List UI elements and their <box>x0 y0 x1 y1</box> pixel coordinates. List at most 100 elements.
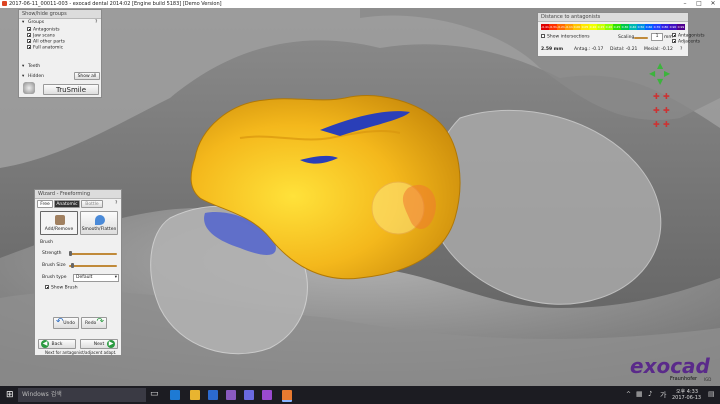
brush-size-slider[interactable] <box>69 265 117 267</box>
checkbox-icon[interactable] <box>27 33 31 37</box>
checkbox-icon[interactable] <box>45 285 49 289</box>
group-item-all-other-parts[interactable]: All other parts <box>27 39 65 45</box>
view-back-icon[interactable]: ✚ <box>663 92 670 101</box>
view-rotate-right-icon[interactable]: ▶ <box>664 69 670 78</box>
network-icon[interactable]: ▦ <box>636 390 643 398</box>
minimize-button[interactable]: – <box>678 0 692 8</box>
tray-chevron-icon[interactable]: ^ <box>626 391 631 398</box>
show-all-button[interactable]: Show all <box>74 72 100 80</box>
store-icon[interactable] <box>208 390 218 400</box>
back-button[interactable]: ◀ Back <box>38 339 76 349</box>
tab-bottle[interactable]: Bottle <box>81 200 103 208</box>
view-bottom-icon[interactable]: ✚ <box>663 120 670 129</box>
group-item-full-anatomic[interactable]: Full anatomic <box>27 45 63 51</box>
taskbar-date[interactable]: 2017-06-13 <box>672 395 701 401</box>
close-button[interactable]: ✕ <box>706 0 720 8</box>
add-remove-icon <box>55 215 65 225</box>
exocad-logo: exocad Fraunhofer IGD <box>630 354 716 384</box>
antagonists-label: Antagonists <box>678 33 705 39</box>
notification-icon[interactable]: ▤ <box>708 390 715 398</box>
hidden-collapse-icon[interactable]: ▾ <box>22 74 24 79</box>
view-left-icon[interactable]: ✚ <box>653 106 660 115</box>
groups-help-button[interactable]: ? <box>95 20 97 25</box>
distance-panel-title: Distance to antagonists <box>538 13 688 22</box>
app-icon-3[interactable] <box>262 390 272 400</box>
antagonists-toggle[interactable]: Antagonists <box>672 33 705 39</box>
undo-button[interactable]: ↶ Undo <box>53 317 79 329</box>
taskbar-search-box[interactable]: Windows 검색 <box>18 388 146 402</box>
group-item-antagonists[interactable]: Antagonists <box>27 27 60 33</box>
wizard-panel: Wizard - Freeforming Free Anatomic Bottl… <box>34 189 122 356</box>
distance-readout: 2.59 mm <box>541 47 564 52</box>
group-item-label: Jaw scans <box>33 33 55 39</box>
view-right-icon[interactable]: ✚ <box>663 106 670 115</box>
wizard-help-button[interactable]: ? <box>115 201 117 206</box>
strength-label: Strength <box>42 251 62 256</box>
checkbox-icon[interactable] <box>541 34 545 38</box>
checkbox-icon[interactable] <box>672 33 676 37</box>
volume-icon[interactable]: ♪ <box>648 390 652 398</box>
view-top-icon[interactable]: ✚ <box>653 120 660 129</box>
groups-collapse-icon[interactable]: ▾ <box>22 20 24 25</box>
file-explorer-icon[interactable] <box>190 390 200 400</box>
app-icon <box>2 1 7 6</box>
windows-start-icon[interactable]: ⊞ <box>6 390 16 400</box>
group-item-label: All other parts <box>33 39 66 45</box>
tab-free[interactable]: Free <box>37 200 53 208</box>
exocad-taskbar-icon[interactable] <box>282 390 292 402</box>
smooth-flatten-icon <box>95 215 105 225</box>
distance-scale-labels: -0.41 -0.31 -0.21 -0.11 0.00 0.05 0.10 0.15 0.20… <box>541 24 685 30</box>
app-icon-1[interactable] <box>226 390 236 400</box>
brush-header: Brush <box>40 240 53 245</box>
scaling-input[interactable]: 1 <box>651 33 663 41</box>
chevron-down-icon: ▾ <box>114 275 117 280</box>
teeth-header: Teeth <box>28 64 41 69</box>
strength-slider-knob[interactable] <box>69 251 72 256</box>
color-scale-label: 0.30 <box>621 25 629 29</box>
checkbox-icon[interactable] <box>27 27 31 31</box>
show-intersections-toggle[interactable]: Show intersections <box>541 34 590 40</box>
view-rotate-left-icon[interactable]: ◀ <box>649 69 655 78</box>
checkbox-icon[interactable] <box>27 45 31 49</box>
tooth-thumbnail-icon[interactable] <box>23 82 35 94</box>
input-lang-indicator[interactable]: 가 <box>660 390 666 400</box>
view-rotate-up-icon[interactable]: ▲ <box>657 61 663 70</box>
task-view-icon[interactable]: ▭ <box>150 389 159 399</box>
scaling-label: Scaling <box>618 35 635 40</box>
brush-type-select[interactable]: Default ▾ <box>73 274 119 282</box>
show-brush-label: Show Brush <box>51 285 78 291</box>
distance-help-button[interactable]: ? <box>680 47 682 52</box>
brush-type-label: Brush type <box>42 275 67 280</box>
next-button[interactable]: Next ▶ <box>80 339 118 349</box>
adjacents-toggle[interactable]: Adjacents <box>672 39 700 45</box>
taskbar-time[interactable]: 오후 4:33 <box>676 388 698 395</box>
view-front-icon[interactable]: ✚ <box>653 92 660 101</box>
brush-size-slider-knob[interactable] <box>71 263 74 268</box>
groups-panel: Show/hide groups ▾ Groups ? Antagonists … <box>18 9 102 98</box>
groups-panel-title: Show/hide groups <box>19 10 101 19</box>
distance-panel: Distance to antagonists -0.41 -0.31 -0.21-… <box>537 12 705 57</box>
show-brush-toggle[interactable]: Show Brush <box>45 285 78 291</box>
group-item-jaw-scans[interactable]: Jaw scans <box>27 33 55 39</box>
groups-header: Groups <box>28 20 45 25</box>
scaling-slider[interactable] <box>634 37 648 39</box>
antag-readout: Antag.: -0.17 <box>574 47 604 52</box>
color-scale-label: -0.41 <box>541 25 549 29</box>
app-icon-2[interactable] <box>244 390 254 400</box>
view-rotate-down-icon[interactable]: ▼ <box>657 77 663 86</box>
maximize-button[interactable]: □ <box>692 0 706 8</box>
checkbox-icon[interactable] <box>672 39 676 43</box>
trusmile-button[interactable]: TruSmile <box>43 84 99 95</box>
add-remove-button[interactable]: Add/Remove <box>40 211 78 235</box>
teeth-collapse-icon[interactable]: ▾ <box>22 64 24 69</box>
redo-button[interactable]: Redo ↷ <box>81 317 107 329</box>
3d-viewport[interactable]: Show/hide groups ▾ Groups ? Antagonists … <box>0 8 720 386</box>
tab-anatomic[interactable]: Anatomic <box>54 200 80 208</box>
color-scale-label: 0.05 <box>581 25 589 29</box>
undo-label: Undo <box>63 321 75 326</box>
edge-icon[interactable] <box>170 390 180 400</box>
undo-icon: ↶ <box>56 317 64 327</box>
strength-slider[interactable] <box>69 253 117 255</box>
checkbox-icon[interactable] <box>27 39 31 43</box>
smooth-flatten-button[interactable]: Smooth/Flatten <box>80 211 118 235</box>
